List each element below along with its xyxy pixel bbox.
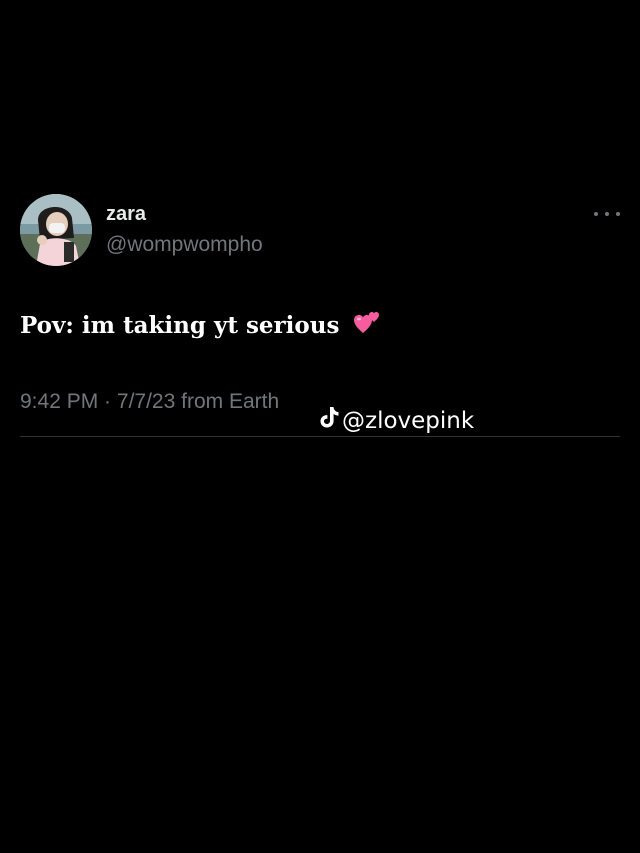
two-hearts-emoji-icon <box>353 309 381 346</box>
more-options-button[interactable] <box>594 206 620 222</box>
tiktok-icon <box>318 405 340 437</box>
tweet-text: Pov: im taking yt serious <box>20 312 340 339</box>
user-handle[interactable]: @wompwompho <box>106 232 263 258</box>
tiktok-watermark: @zlovepink <box>318 405 474 437</box>
more-horizontal-icon-dot <box>616 212 620 216</box>
more-horizontal-icon <box>594 212 598 216</box>
divider <box>20 436 620 437</box>
tweet-header: zara @wompwompho <box>20 194 620 268</box>
display-name[interactable]: zara <box>106 202 263 226</box>
meta-separator: · <box>98 390 117 413</box>
tweet-metadata: 9:42 PM · 7/7/23 from Earth <box>20 388 279 416</box>
watermark-username: @zlovepink <box>342 408 475 434</box>
user-block: zara @wompwompho <box>106 202 263 258</box>
tweet-source: from Earth <box>175 390 280 413</box>
tweet-text-line: Pov: im taking yt serious <box>20 308 381 346</box>
tweet-date[interactable]: 7/7/23 <box>117 390 175 413</box>
more-horizontal-icon-dot <box>605 212 609 216</box>
avatar-photo <box>20 194 92 266</box>
tweet-time[interactable]: 9:42 PM <box>20 390 98 413</box>
avatar[interactable] <box>20 194 92 266</box>
